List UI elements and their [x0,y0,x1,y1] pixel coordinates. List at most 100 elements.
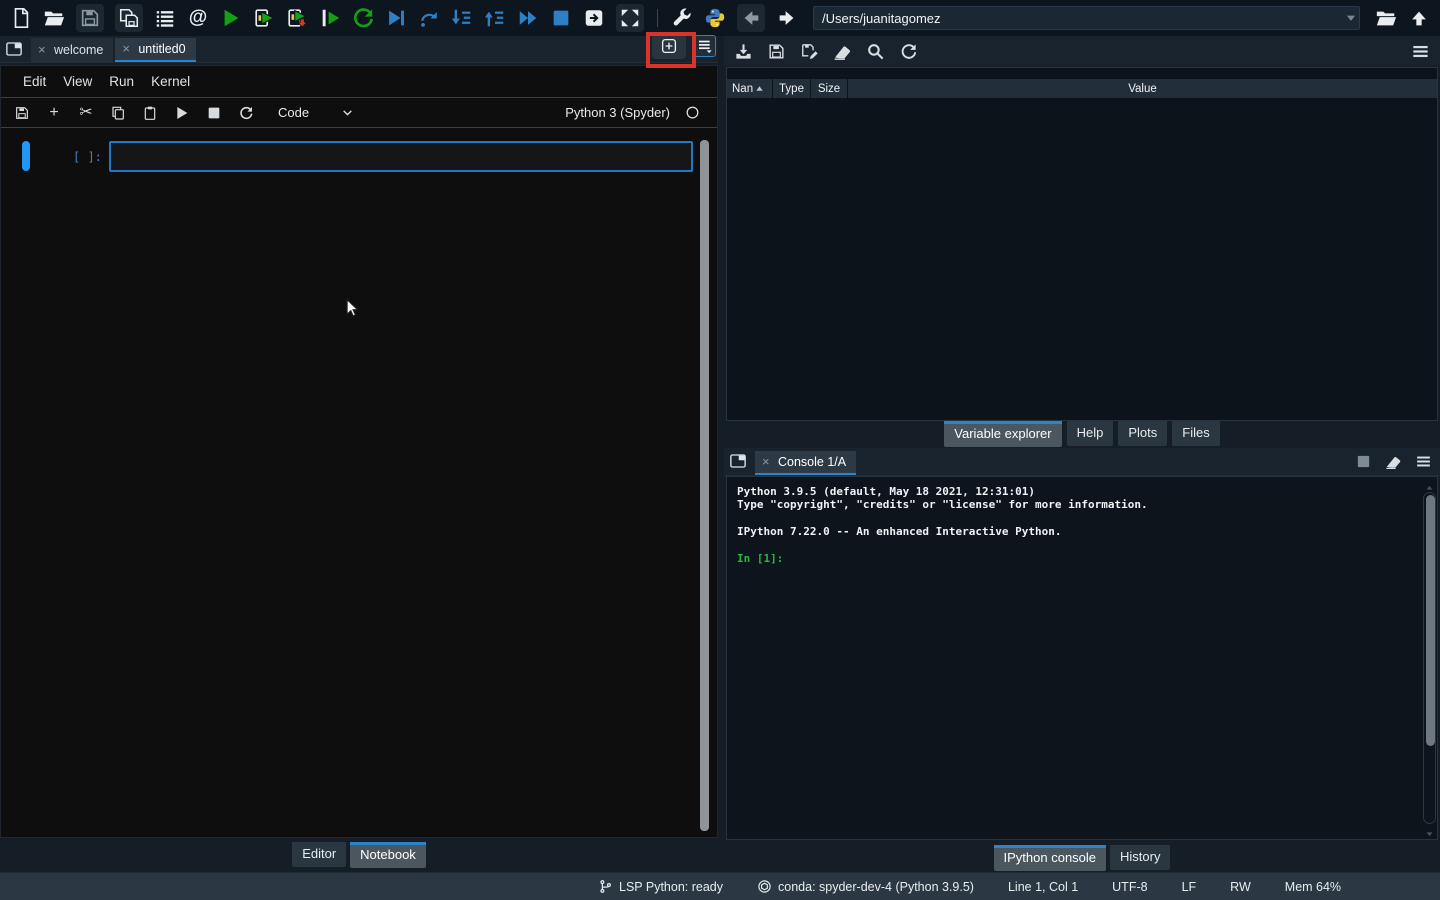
rerun-cell-icon[interactable] [352,7,374,29]
tab-files[interactable]: Files [1172,421,1219,446]
run-selection-icon[interactable] [319,7,341,29]
tab-help[interactable]: Help [1067,421,1114,446]
column-type[interactable]: Type [773,79,810,98]
console-line: Type "copyright", "credits" or "license"… [737,498,1417,511]
new-window-icon[interactable] [583,7,605,29]
notebook-scrollbar[interactable] [700,140,709,831]
cell-code-input[interactable] [109,141,693,172]
kernel-status-icon [685,105,700,120]
menu-edit[interactable]: Edit [23,74,46,89]
eol-status: LF [1182,880,1197,894]
save-icon[interactable] [76,4,104,32]
chevron-down-icon[interactable] [341,106,354,119]
tab-history[interactable]: History [1110,845,1170,870]
forward-icon[interactable] [776,7,798,29]
python-logo-icon[interactable] [704,7,726,29]
notebook-toolbar: + ✂ Code Python 3 (Spyder) [1,98,717,128]
right-pane-tabs: Variable explorer Help Plots Files [724,421,1440,447]
tab-menu-icon[interactable] [694,35,716,57]
new-notebook-icon[interactable] [652,33,686,59]
step-into-icon[interactable] [451,7,473,29]
save-data-icon[interactable] [767,42,786,61]
clear-console-icon[interactable] [1385,453,1402,470]
tab-plots[interactable]: Plots [1118,421,1167,446]
maximize-pane-icon[interactable] [616,4,644,32]
ipython-console[interactable]: Python 3.9.5 (default, May 18 2021, 12:3… [726,476,1438,840]
variable-explorer-toolbar [724,36,1440,66]
cut-icon[interactable]: ✂ [78,105,94,121]
nb-save-icon[interactable] [14,105,30,121]
save-all-icon[interactable] [115,4,143,32]
scroll-up-icon[interactable] [1424,480,1435,490]
new-file-icon[interactable] [10,7,32,29]
browse-tabs-icon[interactable] [5,40,23,58]
tab-ipython-console[interactable]: IPython console [994,845,1107,871]
search-variables-icon[interactable] [866,42,885,61]
step-over-icon[interactable] [418,7,440,29]
paste-icon[interactable] [142,105,158,121]
cursor-position: Line 1, Col 1 [1008,880,1078,894]
import-data-icon[interactable] [734,42,753,61]
file-switcher-icon[interactable] [154,7,176,29]
remove-variables-icon[interactable] [833,42,852,61]
working-directory-input[interactable] [813,6,1360,30]
menu-kernel[interactable]: Kernel [151,74,190,89]
nb-add-cell-icon[interactable]: + [46,105,62,121]
refresh-variables-icon[interactable] [899,42,918,61]
nb-stop-icon[interactable] [206,105,222,121]
symbol-finder-icon[interactable]: @ [187,7,209,29]
editor-tabbar: × welcome × untitled0 [0,36,718,63]
column-value[interactable]: Value [848,79,1437,98]
tab-label: untitled0 [138,42,185,56]
right-panel: Nan Type Size Value Variable explorer He… [724,36,1440,872]
column-size[interactable]: Size [811,79,847,98]
tab-console-1a[interactable]: × Console 1/A [755,451,856,475]
menu-view[interactable]: View [63,74,92,89]
run-file-icon[interactable] [220,7,242,29]
console-scrollbar[interactable] [1422,480,1437,836]
stop-debug-icon[interactable] [550,7,572,29]
cell-type-select[interactable]: Code [278,105,309,120]
selected-cell-indicator [22,141,30,171]
debug-file-icon[interactable] [385,7,407,29]
notebook-pane: Edit View Run Kernel + ✂ Code Python 3 (… [0,65,718,838]
scrollbar-thumb[interactable] [1426,495,1435,746]
conda-env-status[interactable]: conda: spyder-dev-4 (Python 3.9.5) [757,879,974,894]
console-toolbar [1355,453,1440,470]
preferences-icon[interactable] [671,7,693,29]
menu-run[interactable]: Run [109,74,134,89]
scrollbar-track[interactable] [1423,492,1436,824]
path-dropdown-icon[interactable] [1344,11,1358,25]
browse-tabs-icon[interactable] [729,452,747,470]
save-data-as-icon[interactable] [800,42,819,61]
back-icon[interactable] [737,4,765,32]
parent-directory-icon[interactable] [1408,7,1430,29]
close-icon[interactable]: × [122,43,132,55]
tab-editor[interactable]: Editor [292,842,346,867]
open-file-icon[interactable] [43,7,65,29]
open-directory-icon[interactable] [1375,7,1397,29]
tab-variable-explorer[interactable]: Variable explorer [944,421,1061,447]
tab-notebook[interactable]: Notebook [350,842,426,868]
scroll-down-icon[interactable] [1424,826,1435,836]
lsp-status[interactable]: LSP Python: ready [598,879,723,894]
interrupt-kernel-icon[interactable] [1355,453,1372,470]
close-icon[interactable]: × [762,456,772,468]
copy-icon[interactable] [110,105,126,121]
console-options-icon[interactable] [1415,453,1432,470]
run-cell-advance-icon[interactable] [286,7,308,29]
console-pane-tabs: IPython console History [724,845,1440,872]
nb-refresh-icon[interactable] [238,105,254,121]
spyder-window: @ × welcome [0,0,1440,900]
step-out-icon[interactable] [484,7,506,29]
column-name[interactable]: Nan [727,79,772,98]
editor-panel: × welcome × untitled0 Edit View Run Kern… [0,36,718,872]
notebook-cell: [ ]: [1,128,717,172]
run-cell-icon[interactable] [253,7,275,29]
tab-welcome[interactable]: × welcome [31,38,113,62]
continue-icon[interactable] [517,7,539,29]
close-icon[interactable]: × [38,44,48,56]
nb-run-icon[interactable] [174,105,190,121]
options-menu-icon[interactable] [1411,42,1430,61]
tab-untitled0[interactable]: × untitled0 [115,38,195,62]
